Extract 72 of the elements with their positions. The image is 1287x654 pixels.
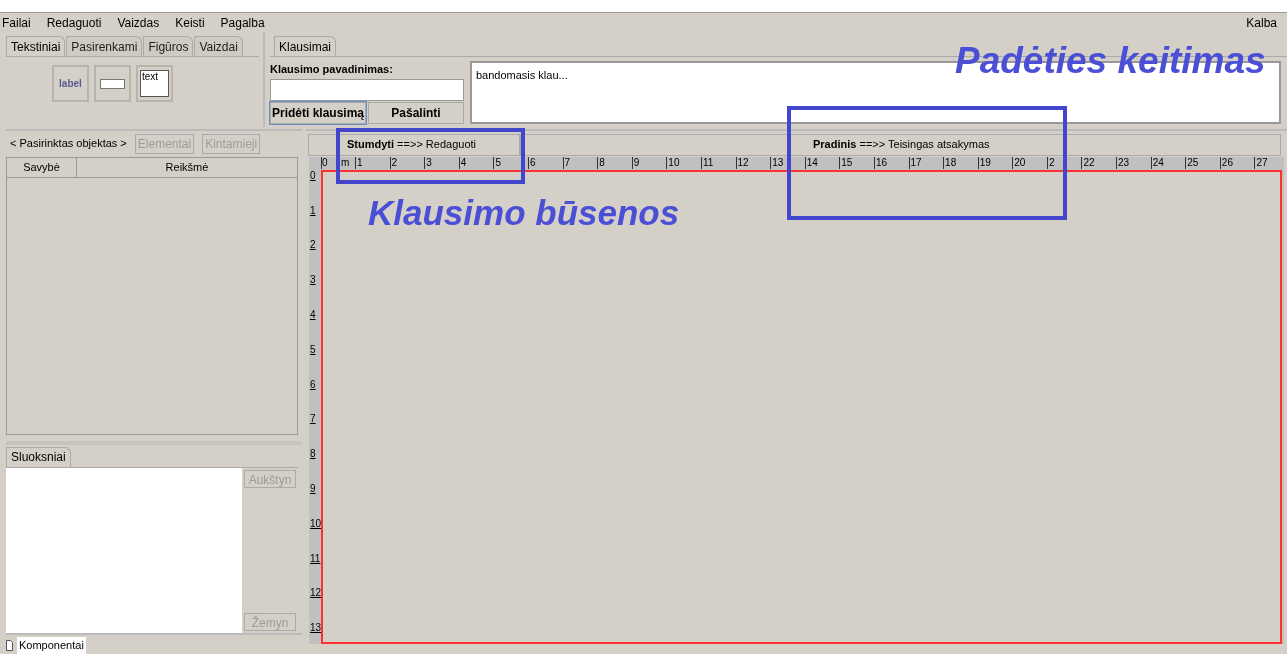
- annotation-text: Klausimo būsenos: [368, 195, 680, 230]
- ruler-label: 24: [1150, 156, 1186, 169]
- column-header[interactable]: Reikšmė: [77, 157, 297, 178]
- ruler-label: 20: [1012, 156, 1047, 169]
- ruler-label: 19: [977, 156, 1013, 169]
- menu-item[interactable]: Kalba: [1246, 13, 1285, 32]
- ruler-label: 4: [310, 308, 317, 323]
- ruler-label: 15: [839, 156, 874, 169]
- question-name-field[interactable]: [270, 79, 464, 101]
- tab[interactable]: Vaizdai: [194, 36, 243, 56]
- ruler-label: 22: [1081, 156, 1117, 169]
- ruler-label: 0: [321, 156, 338, 169]
- button[interactable]: Pridėti klausimą: [270, 102, 366, 124]
- menu-item[interactable]: Pagalba: [220, 13, 265, 32]
- tab[interactable]: Tekstiniai: [6, 36, 66, 56]
- selected-object-label: < Pasirinktas objektas >: [10, 136, 127, 152]
- ruler-label: 3: [310, 273, 317, 288]
- ruler-label: 1: [355, 156, 390, 169]
- menu-item[interactable]: Redaguoti: [46, 13, 102, 32]
- ruler-label: 16: [873, 156, 909, 169]
- ruler-label: 5: [310, 342, 317, 357]
- menu-item[interactable]: Failai: [2, 13, 31, 32]
- ruler-label: 13: [770, 156, 805, 169]
- ruler-label: 9: [310, 482, 317, 496]
- label-tool[interactable]: label: [52, 65, 89, 102]
- ruler-label: 18: [943, 156, 978, 169]
- ruler-label: 23: [1116, 156, 1151, 169]
- button[interactable]: Pašalinti: [368, 102, 464, 124]
- ruler-label: 7: [310, 412, 317, 427]
- ruler-label: 9: [631, 156, 667, 169]
- state-header[interactable]: Pradinis ==>> Teisingas atsakymas: [520, 133, 1281, 156]
- ruler-label: 14: [804, 156, 840, 169]
- ruler-label: 11: [310, 551, 321, 566]
- ruler-label: 12: [735, 156, 771, 169]
- ruler-label: 10: [666, 156, 701, 169]
- document-icon: [6, 639, 13, 651]
- tab[interactable]: Klausimai: [274, 36, 337, 56]
- tab[interactable]: Sluoksniai: [6, 446, 71, 467]
- question-name-label: Klausimo pavadinimas:: [270, 62, 394, 77]
- ruler-label: 6: [527, 156, 563, 169]
- state-label: Pradinis ==>> Teisingas atsakymas: [813, 137, 990, 153]
- state-label: Stumdyti ==>> Redaguoti: [347, 137, 477, 153]
- ruler-label: 4: [458, 156, 494, 169]
- tab[interactable]: Figūros: [143, 36, 194, 56]
- menu-item[interactable]: Keisti: [175, 13, 205, 32]
- ruler-label: 11: [700, 156, 736, 169]
- ruler-label: 2: [1046, 156, 1082, 169]
- text-area-tool[interactable]: text: [136, 65, 173, 102]
- ruler-label: 3: [424, 156, 459, 169]
- ruler-label: 0: [310, 169, 317, 183]
- column-header[interactable]: Savybė: [7, 157, 77, 178]
- ruler-label: 12: [310, 586, 321, 601]
- ruler-label: 1: [310, 203, 317, 218]
- ruler-label: 7: [562, 156, 598, 169]
- text-field-tool[interactable]: [94, 65, 131, 102]
- tab[interactable]: Pasirenkami: [66, 36, 143, 56]
- ruler-label: 8: [310, 447, 317, 462]
- ruler-label: 25: [1185, 156, 1220, 169]
- ruler-label: 26: [1219, 156, 1255, 169]
- ruler-label: 6: [310, 377, 317, 392]
- ruler-label: 10: [310, 516, 321, 531]
- ruler-label: 5: [493, 156, 528, 169]
- ruler-label: 17: [908, 156, 944, 169]
- ruler-label: 27: [1254, 156, 1284, 169]
- components-label[interactable]: Komponentai: [17, 637, 86, 654]
- ruler-label: m: [340, 156, 351, 169]
- ruler-label: 13: [310, 621, 321, 636]
- state-header[interactable]: Stumdyti ==>> Redaguoti: [308, 133, 520, 156]
- ruler-label: 2: [389, 156, 425, 169]
- ruler-label: 2: [310, 238, 317, 253]
- menu-item[interactable]: Vaizdas: [117, 13, 160, 32]
- ruler-label: 8: [597, 156, 632, 169]
